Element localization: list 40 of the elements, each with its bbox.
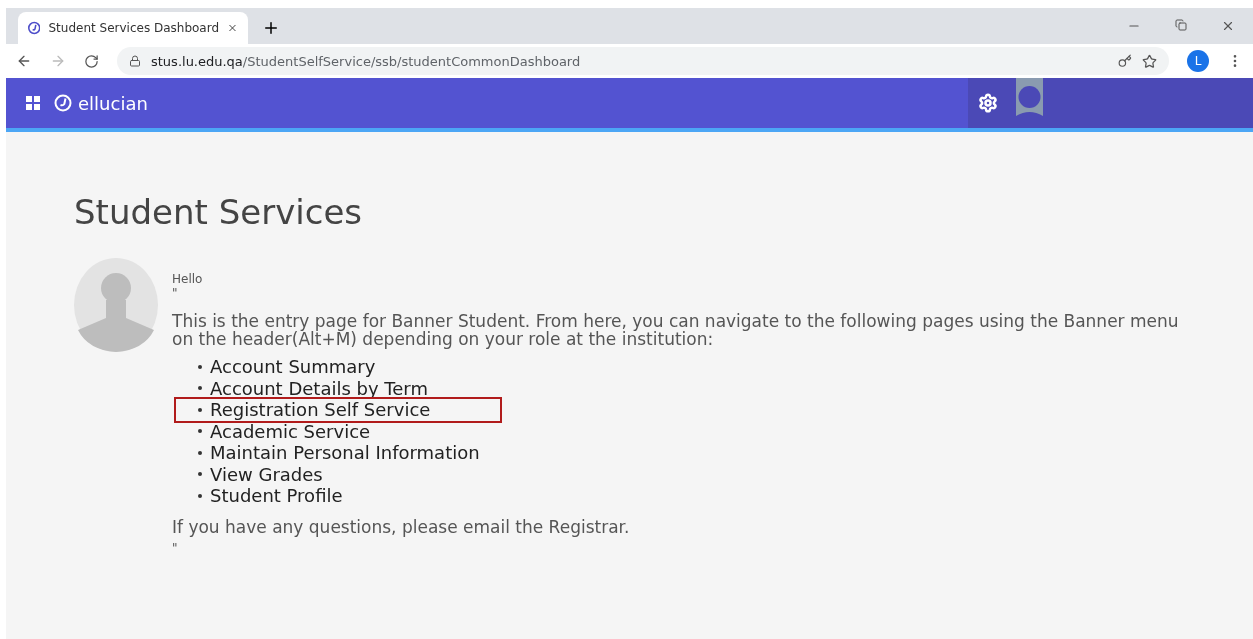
bullet-icon <box>198 407 202 412</box>
quote-mark: " <box>172 540 179 555</box>
bullet-icon <box>198 364 202 369</box>
back-icon[interactable] <box>16 53 32 69</box>
user-avatar-icon <box>74 258 158 352</box>
tab-title: Student Services Dashboard <box>48 21 220 35</box>
bookmark-star-icon[interactable] <box>1142 53 1157 69</box>
bullet-icon <box>198 472 202 477</box>
brand-name: ellucian <box>78 92 148 114</box>
bullet-icon <box>198 386 202 391</box>
bullet-icon <box>198 429 202 434</box>
restore-icon[interactable] <box>1175 19 1187 31</box>
bullet-icon <box>198 450 202 455</box>
intro-paragraph: This is the entry page for Banner Student. From here, you can navigate to the following pages using the Banner menu on the header(Alt+M) depending on your role at the institution: <box>172 312 1180 348</box>
settings-icon[interactable] <box>978 93 998 113</box>
browser-tab[interactable]: Student Services Dashboard <box>18 12 248 44</box>
bullet-icon <box>198 493 202 498</box>
url-path: /StudentSelfService/ssb/studentCommonDashboard <box>242 53 581 69</box>
list-item[interactable]: Maintain Personal Information <box>198 442 498 464</box>
reload-icon[interactable] <box>84 53 99 69</box>
url-host: stus.lu.edu.qa <box>151 53 243 69</box>
list-item[interactable]: Student Profile <box>198 485 498 507</box>
address-field[interactable]: stus.lu.edu.qa/StudentSelfService/ssb/studentCommonDashboard <box>117 47 1169 75</box>
list-item[interactable]: Account Summary <box>198 356 498 378</box>
greeting-text: Hello <box>172 272 204 286</box>
key-icon[interactable] <box>1118 54 1132 68</box>
user-avatar-icon[interactable] <box>1016 78 1043 116</box>
list-item[interactable]: View Grades <box>198 463 498 485</box>
page-title: Student Services <box>74 192 364 232</box>
close-icon[interactable] <box>1221 19 1235 33</box>
list-item[interactable]: Academic Service <box>198 420 498 442</box>
highlighted-list-item[interactable]: Registration Self Service <box>176 399 500 421</box>
quote-mark: " <box>172 286 179 300</box>
logo-icon <box>54 94 72 112</box>
new-tab-icon[interactable] <box>262 19 280 37</box>
profile-avatar[interactable]: L <box>1187 50 1209 72</box>
lock-icon <box>129 55 141 67</box>
logo-icon <box>28 20 41 36</box>
apps-grid-icon[interactable] <box>26 96 40 110</box>
footer-text: If you have any questions, please email the Registrar. <box>172 516 631 537</box>
